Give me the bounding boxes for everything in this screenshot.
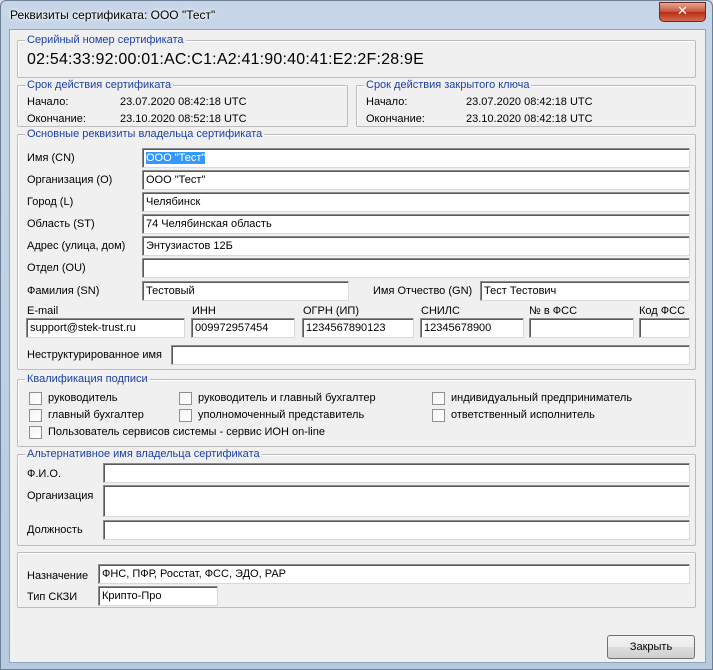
key-end-label: Окончание: — [366, 113, 425, 125]
purpose-group: Назначение ФНС, ПФР, Росстат, ФСС, ЭДО, … — [17, 552, 696, 608]
alt-org-label: Организация — [27, 490, 94, 502]
qualification-group: Квалификация подписи руководитель руково… — [17, 373, 696, 447]
key-validity-group: Срок действия закрытого ключа Начало: 23… — [356, 79, 696, 127]
key-end-value: 23.10.2020 08:42:18 UTC — [466, 113, 593, 125]
title-bar[interactable]: Реквизиты сертификата: ООО "Тест" ✕ — [1, 1, 712, 29]
cert-validity-legend: Срок действия сертификата — [25, 79, 174, 91]
cert-start-value: 23.07.2020 08:42:18 UTC — [120, 96, 247, 108]
qualification-legend: Квалификация подписи — [25, 373, 150, 385]
alt-position-label: Должность — [27, 524, 83, 536]
inn-label: ИНН — [192, 305, 216, 317]
role-representative-label: уполномоченный представитель — [198, 409, 365, 421]
role-responsible-label: ответственный исполнитель — [451, 409, 595, 421]
alt-fio-label: Ф.И.О. — [27, 468, 61, 480]
unstructured-name-label: Неструктурированное имя — [27, 349, 163, 361]
purpose-field[interactable]: ФНС, ПФР, Росстат, ФСС, ЭДО, РАР — [98, 564, 690, 584]
close-button[interactable]: Закрыть — [607, 635, 695, 659]
fss-code-label: Код ФСС — [639, 305, 686, 317]
dialog-body: Серийный номер сертификата 02:54:33:92:0… — [9, 29, 706, 663]
cn-label: Имя (CN) — [27, 152, 75, 164]
checkbox-box[interactable] — [179, 392, 192, 405]
given-name-label: Имя Отчество (GN) — [373, 285, 473, 297]
checkbox-box[interactable] — [29, 426, 42, 439]
checkbox-box[interactable] — [29, 409, 42, 422]
close-icon: ✕ — [677, 4, 688, 19]
key-start-value: 23.07.2020 08:42:18 UTC — [466, 96, 593, 108]
alt-name-legend: Альтернативное имя владельца сертификата — [25, 448, 262, 460]
checkbox-box[interactable] — [29, 392, 42, 405]
dept-label: Отдел (OU) — [27, 262, 86, 274]
cert-start-label: Начало: — [27, 96, 69, 108]
alt-position-field[interactable] — [103, 520, 690, 540]
cn-field[interactable]: ООО "Тест" — [142, 148, 690, 168]
region-label: Область (ST) — [27, 218, 95, 230]
window-title: Реквизиты сертификата: ООО "Тест" — [10, 8, 216, 22]
skzi-type-label: Тип СКЗИ — [27, 591, 78, 603]
address-field[interactable]: Энтузиастов 12Б — [142, 236, 690, 256]
serial-group: Серийный номер сертификата 02:54:33:92:0… — [17, 34, 696, 78]
ogrn-field[interactable]: 1234567890123 — [302, 318, 414, 338]
alt-name-group: Альтернативное имя владельца сертификата… — [17, 448, 696, 546]
window-close-button[interactable]: ✕ — [659, 2, 706, 22]
cert-validity-group: Срок действия сертификата Начало: 23.07.… — [17, 79, 348, 127]
role-chief-accountant-label: главный бухгалтер — [48, 409, 144, 421]
email-field[interactable]: support@stek-trust.ru — [26, 318, 185, 338]
alt-fio-field[interactable] — [103, 463, 690, 483]
serial-legend: Серийный номер сертификата — [25, 34, 186, 46]
ion-service-user-label: Пользователь сервисов системы - сервис И… — [48, 426, 325, 438]
org-field[interactable]: ООО "Тест" — [142, 170, 690, 190]
checkbox-box[interactable] — [179, 409, 192, 422]
address-label: Адрес (улица, дом) — [27, 240, 126, 252]
role-director-accountant-label: руководитель и главный бухгалтер — [198, 392, 376, 404]
cert-end-value: 23.10.2020 08:52:18 UTC — [120, 113, 247, 125]
alt-org-field[interactable] — [103, 485, 690, 517]
ogrn-label: ОГРН (ИП) — [303, 305, 359, 317]
snils-field[interactable]: 12345678900 — [420, 318, 524, 338]
surname-label: Фамилия (SN) — [27, 285, 100, 297]
certificate-dialog: Реквизиты сертификата: ООО "Тест" ✕ Сери… — [0, 0, 713, 670]
given-name-field[interactable]: Тест Тестович — [480, 281, 690, 301]
surname-field[interactable]: Тестовый — [142, 281, 349, 301]
serial-number: 02:54:33:92:00:01:AC:C1:A2:41:90:40:41:E… — [27, 51, 424, 68]
owner-legend: Основные реквизиты владельца сертификата — [25, 128, 265, 140]
owner-group: Основные реквизиты владельца сертификата… — [17, 128, 696, 370]
email-label: E-mail — [27, 305, 59, 317]
fss-number-field[interactable] — [529, 318, 634, 338]
role-director-label: руководитель — [48, 392, 118, 404]
city-label: Город (L) — [27, 196, 74, 208]
fss-number-label: № в ФСС — [529, 305, 578, 317]
fss-code-field[interactable] — [639, 318, 690, 338]
role-entrepreneur-label: индивидуальный предприниматель — [451, 392, 633, 404]
dept-field[interactable] — [142, 258, 690, 278]
inn-field[interactable]: 009972957454 — [191, 318, 295, 338]
checkbox-box[interactable] — [432, 392, 445, 405]
cert-end-label: Окончание: — [27, 113, 86, 125]
purpose-label: Назначение — [27, 570, 89, 582]
city-field[interactable]: Челябинск — [142, 192, 690, 212]
skzi-type-field[interactable]: Крипто-Про — [98, 586, 218, 606]
region-field[interactable]: 74 Челябинская область — [142, 214, 690, 234]
snils-label: СНИЛС — [421, 305, 460, 317]
key-validity-legend: Срок действия закрытого ключа — [364, 79, 532, 91]
cn-value: ООО "Тест" — [146, 152, 206, 164]
unstructured-name-field[interactable] — [171, 345, 690, 365]
checkbox-box[interactable] — [432, 409, 445, 422]
key-start-label: Начало: — [366, 96, 408, 108]
org-label: Организация (O) — [27, 174, 113, 186]
